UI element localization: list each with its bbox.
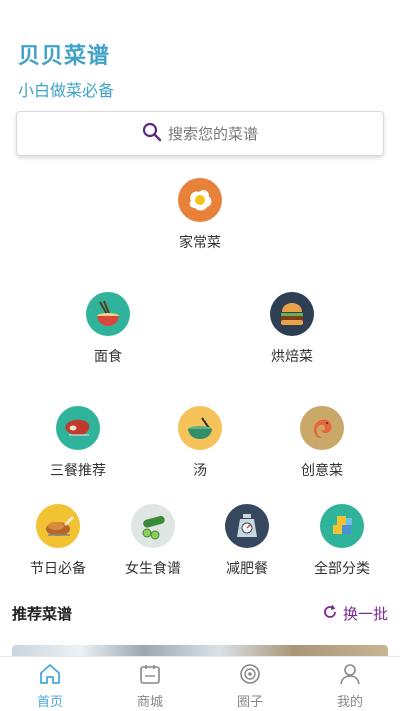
circle-target-icon — [238, 663, 262, 689]
category-label: 创意菜 — [301, 463, 343, 479]
roast-chicken-icon — [36, 504, 80, 548]
category-womens[interactable]: 女生食谱 — [108, 504, 198, 578]
tab-label: 商城 — [136, 695, 163, 710]
home-icon — [38, 663, 62, 689]
category-label: 女生食谱 — [125, 561, 181, 577]
category-label: 汤 — [193, 463, 207, 479]
tab-label: 圈子 — [236, 695, 263, 710]
tab-mine[interactable]: 我的 — [300, 657, 400, 711]
tab-home[interactable]: 首页 — [0, 657, 100, 711]
category-label: 全部分类 — [314, 561, 370, 577]
tab-label: 我的 — [336, 695, 363, 710]
category-all[interactable]: 全部分类 — [297, 504, 387, 578]
shrimp-icon — [300, 406, 344, 450]
category-baking[interactable]: 烘焙菜 — [247, 292, 337, 366]
category-three-meals[interactable]: 三餐推荐 — [33, 406, 123, 480]
steak-icon — [56, 406, 100, 450]
refresh-icon — [322, 604, 338, 624]
search-placeholder: 搜索您的菜谱 — [167, 125, 258, 143]
cucumber-icon — [131, 504, 175, 548]
category-label: 三餐推荐 — [50, 463, 106, 479]
tab-circle[interactable]: 圈子 — [200, 657, 300, 711]
category-soup[interactable]: 汤 — [155, 406, 245, 480]
category-label: 减肥餐 — [226, 561, 268, 577]
search-bar[interactable]: 搜索您的菜谱 — [16, 111, 384, 156]
refresh-label: 换一批 — [342, 605, 388, 623]
category-label: 烘焙菜 — [271, 349, 313, 365]
soup-bowl-icon — [178, 406, 222, 450]
category-label: 家常菜 — [179, 235, 221, 251]
recommend-title: 推荐菜谱 — [12, 605, 73, 623]
app-subtitle: 小白做菜必备 — [18, 81, 115, 100]
search-icon — [142, 122, 162, 146]
calendar-icon — [138, 663, 162, 689]
blocks-icon — [320, 504, 364, 548]
category-label: 节日必备 — [30, 561, 86, 577]
burger-icon — [270, 292, 314, 336]
category-noodles[interactable]: 面食 — [63, 292, 153, 366]
category-label: 面食 — [94, 349, 122, 365]
fried-egg-icon — [178, 178, 222, 222]
scale-icon — [225, 504, 269, 548]
refresh-button[interactable]: 换一批 — [322, 603, 388, 624]
category-diet[interactable]: 减肥餐 — [202, 504, 292, 578]
bottom-tab-bar: 首页 商城 圈子 我的 — [0, 656, 400, 711]
user-icon — [338, 663, 362, 689]
category-festival[interactable]: 节日必备 — [13, 504, 103, 578]
category-creative[interactable]: 创意菜 — [277, 406, 367, 480]
category-home-cooking[interactable]: 家常菜 — [155, 178, 245, 252]
tab-label: 首页 — [36, 695, 63, 710]
noodle-bowl-icon — [86, 292, 130, 336]
tab-mall[interactable]: 商城 — [100, 657, 200, 711]
app-title: 贝贝菜谱 — [18, 44, 111, 69]
